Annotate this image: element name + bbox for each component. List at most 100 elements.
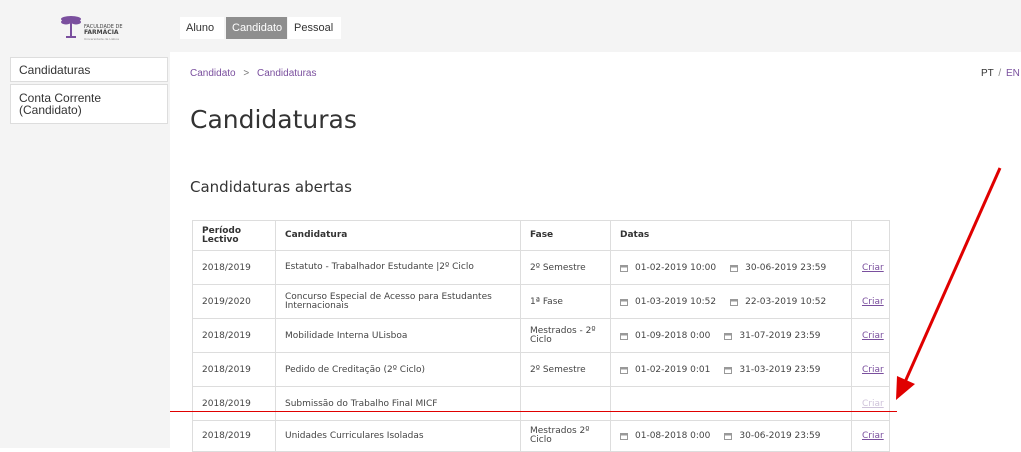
sidebar-item-conta-corrente[interactable]: Conta Corrente (Candidato) (10, 84, 168, 124)
end-date-text: 31-03-2019 23:59 (739, 364, 821, 375)
breadcrumb-candidato[interactable]: Candidato (190, 68, 236, 79)
header-datas: Datas (610, 221, 851, 250)
cell-datas: 01-09-2018 0:00 31-07-2019 23:59 (610, 319, 851, 352)
cell-candidatura: Unidades Curriculares Isoladas (275, 421, 520, 451)
tab-candidato[interactable]: Candidato (226, 17, 287, 39)
logo-text: FACULDADE DE FARMÁCIA Universidade de Li… (84, 24, 122, 42)
page-title: Candidaturas (190, 105, 357, 134)
sidebar-item-label: Candidaturas (19, 63, 91, 77)
header-fase: Fase (520, 221, 610, 250)
calendar-icon (620, 332, 628, 340)
cell-periodo: 2018/2019 (202, 398, 251, 409)
cell-candidatura: Concurso Especial de Acesso para Estudan… (275, 285, 520, 318)
cell-periodo: 2018/2019 (202, 431, 251, 441)
cell-datas: 01-02-2019 10:00 30-06-2019 23:59 (610, 251, 851, 284)
header-candidatura: Candidatura (275, 221, 520, 250)
table-row: 2018/2019 Pedido de Creditação (2º Ciclo… (193, 353, 889, 387)
end-date-text: 30-06-2019 23:59 (745, 262, 827, 273)
cell-fase: Mestrados - 2º Ciclo (520, 319, 610, 352)
cell-action: Criar (851, 319, 889, 352)
start-date: 01-08-2018 0:00 (620, 431, 710, 441)
calendar-icon (620, 264, 628, 272)
header-periodo-line2: Lectivo (202, 234, 239, 245)
cell-fase-text-line2: Ciclo (530, 334, 552, 345)
breadcrumb-candidaturas[interactable]: Candidaturas (257, 68, 316, 79)
cell-candidatura: Submissão do Trabalho Final MICF (275, 387, 520, 420)
cell-fase: 1ª Fase (520, 285, 610, 318)
sidebar-item-label-line2: (Candidato) (19, 103, 82, 117)
cell-action: Criar (851, 421, 889, 451)
end-date: 31-03-2019 23:59 (724, 365, 820, 375)
tab-aluno[interactable]: Aluno (180, 17, 224, 39)
annotation-underline (170, 411, 897, 412)
cell-fase: 2º Semestre (520, 353, 610, 386)
table-row: 2019/2020 Concurso Especial de Acesso pa… (193, 285, 889, 319)
cell-candidatura: Pedido de Creditação (2º Ciclo) (275, 353, 520, 386)
criar-link[interactable]: Criar (862, 431, 884, 441)
cell-action: Criar (851, 251, 889, 284)
criar-link[interactable]: Criar (862, 263, 884, 273)
calendar-icon (724, 366, 733, 374)
criar-link[interactable]: Criar (862, 331, 884, 341)
criar-link[interactable]: Criar (862, 297, 884, 307)
calendar-icon (730, 264, 739, 272)
end-date-text: 22-03-2019 10:52 (745, 296, 827, 307)
logo[interactable]: FACULDADE DE FARMÁCIA Universidade de Li… (0, 0, 170, 48)
cell-action: Criar (851, 353, 889, 386)
header-periodo: Período Lectivo (193, 221, 275, 250)
start-date: 01-02-2019 10:00 (620, 263, 716, 273)
cell-datas: 01-03-2019 10:52 22-03-2019 10:52 (610, 285, 851, 318)
lang-en[interactable]: EN (1006, 68, 1020, 79)
cell-periodo: 2018/2019 (202, 364, 251, 375)
cell-datas: 01-08-2018 0:00 30-06-2019 23:59 (610, 421, 851, 451)
cell-fase-text-line2: Ciclo (530, 435, 552, 445)
table-row: 2018/2019 Unidades Curriculares Isoladas… (193, 421, 889, 451)
breadcrumb-separator: > (243, 68, 250, 79)
calendar-icon (724, 433, 733, 440)
cell-candidatura: Estatuto - Trabalhador Estudante |2º Cic… (275, 251, 520, 284)
palm-tree-logo-icon (61, 16, 81, 38)
header-action (851, 221, 889, 250)
end-date: 30-06-2019 23:59 (724, 431, 820, 441)
sidebar-item-candidaturas[interactable]: Candidaturas (10, 57, 168, 82)
start-date-text: 01-09-2018 0:00 (635, 330, 711, 341)
start-date-text: 01-02-2019 0:01 (635, 364, 711, 375)
start-date: 01-03-2019 10:52 (620, 297, 716, 307)
cell-fase (520, 387, 610, 420)
end-date-text: 30-06-2019 23:59 (739, 431, 821, 441)
cell-fase: Mestrados 2º Ciclo (520, 421, 610, 451)
table-header-row: Período Lectivo Candidatura Fase Datas (193, 221, 889, 251)
cell-datas: 01-02-2019 0:01 31-03-2019 23:59 (610, 353, 851, 386)
tab-pessoal[interactable]: Pessoal (288, 17, 341, 39)
cell-candidatura-text: Estatuto - Trabalhador Estudante |2º Cic… (285, 262, 474, 272)
cell-periodo: 2018/2019 (202, 262, 251, 273)
end-date: 30-06-2019 23:59 (730, 263, 826, 273)
logo-text-sub: Universidade de Lisboa (84, 37, 119, 41)
calendar-icon (620, 366, 628, 374)
cell-datas (610, 387, 851, 420)
start-date-text: 01-03-2019 10:52 (635, 296, 717, 307)
end-date-text: 31-07-2019 23:59 (739, 330, 821, 341)
table-row: 2018/2019 Estatuto - Trabalhador Estudan… (193, 251, 889, 285)
breadcrumb: Candidato > Candidaturas (190, 68, 316, 79)
cell-periodo: 2019/2020 (202, 296, 251, 307)
start-date: 01-02-2019 0:01 (620, 365, 710, 375)
calendar-icon (620, 433, 628, 440)
cell-action: Criar (851, 387, 889, 420)
lang-pt[interactable]: PT (981, 68, 994, 79)
criar-link[interactable]: Criar (862, 365, 884, 375)
candidaturas-table: Período Lectivo Candidatura Fase Datas 2… (192, 220, 890, 452)
table-row: 2018/2019 Submissão do Trabalho Final MI… (193, 387, 889, 421)
section-title: Candidaturas abertas (190, 178, 352, 196)
criar-link-disabled: Criar (862, 398, 884, 409)
end-date: 22-03-2019 10:52 (730, 297, 826, 307)
lang-separator: / (998, 68, 1002, 79)
cell-candidatura-text-line2: Internacionais (285, 300, 349, 311)
table-row: 2018/2019 Mobilidade Interna ULisboa Mes… (193, 319, 889, 353)
start-date-text: 01-02-2019 10:00 (635, 262, 717, 273)
cell-action: Criar (851, 285, 889, 318)
cell-periodo: 2018/2019 (202, 330, 251, 341)
end-date: 31-07-2019 23:59 (724, 331, 820, 341)
start-date: 01-09-2018 0:00 (620, 331, 710, 341)
start-date-text: 01-08-2018 0:00 (635, 431, 711, 441)
